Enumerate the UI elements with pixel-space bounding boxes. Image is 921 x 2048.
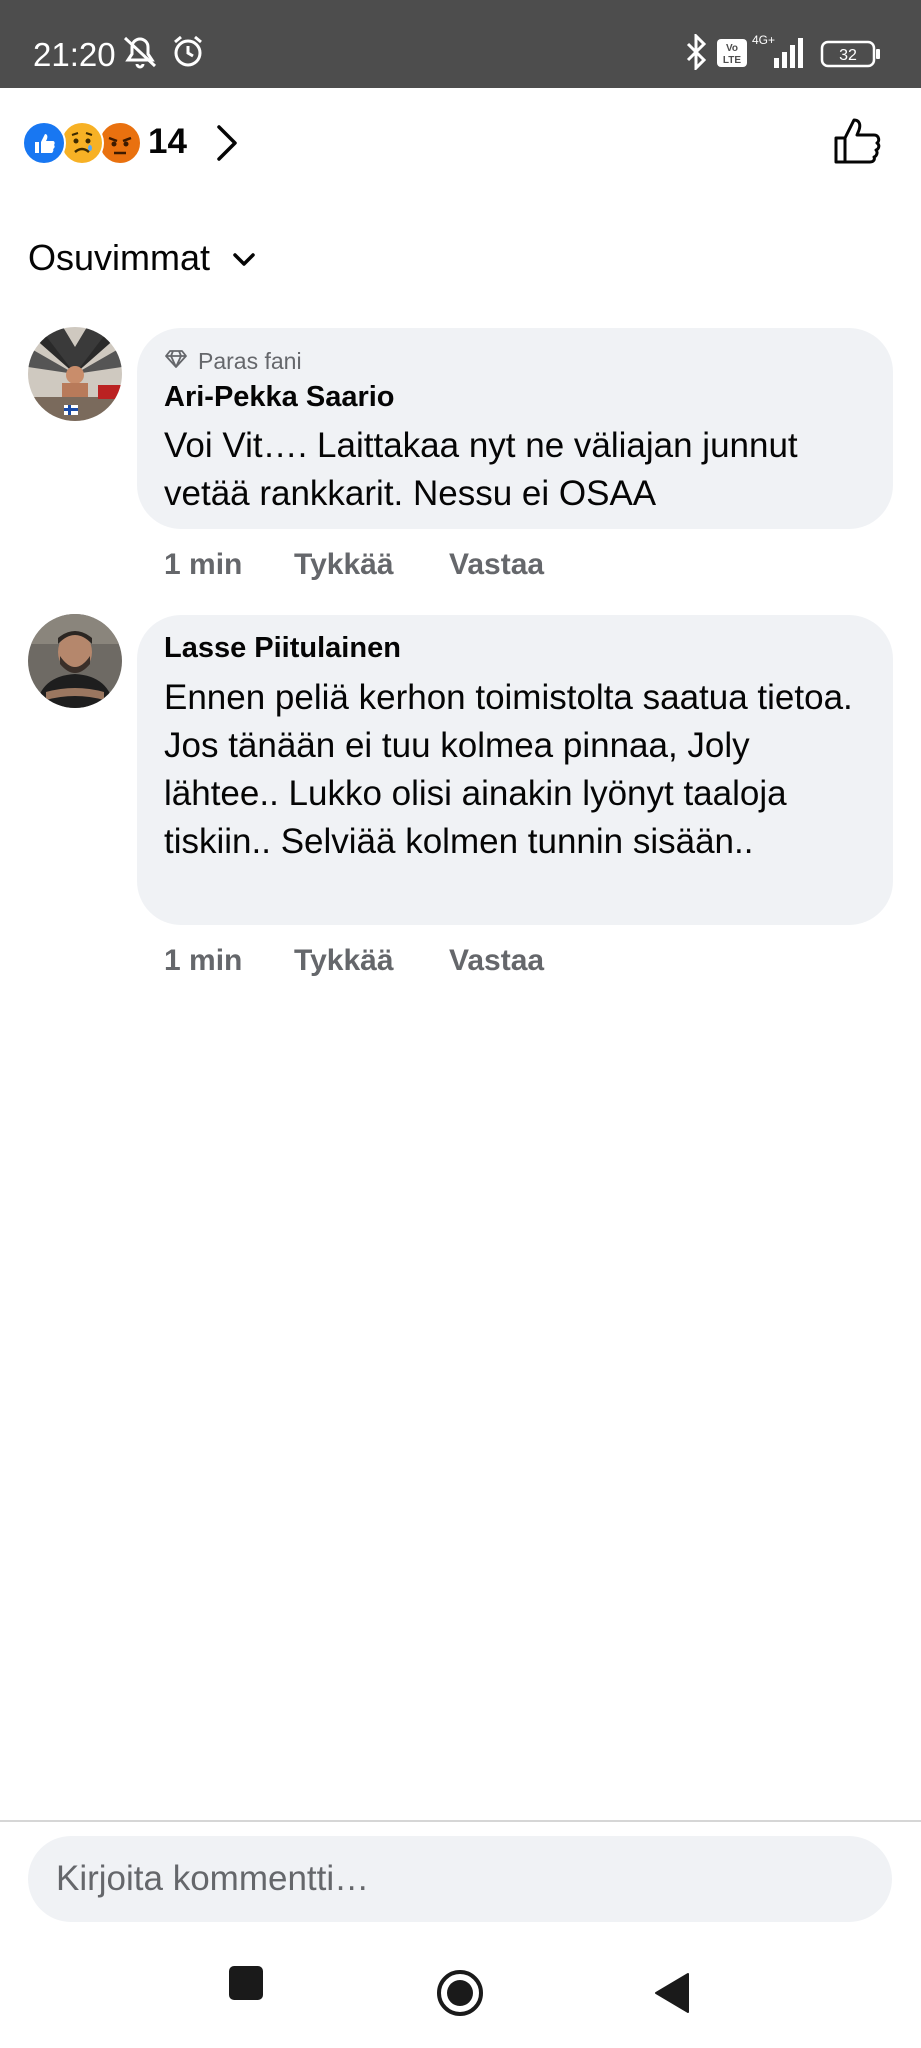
volte-icon: Vo LTE: [716, 38, 748, 73]
svg-text:Vo: Vo: [726, 43, 738, 54]
comment-text: Ennen peliä kerhon toimistolta saatua ti…: [164, 678, 853, 861]
badge-label: Paras fani: [198, 348, 302, 374]
bluetooth-icon: [684, 32, 708, 75]
avatar[interactable]: [28, 327, 122, 421]
status-time: 21:20: [33, 36, 116, 73]
comment-timestamp: 1 min: [164, 548, 243, 581]
sort-label: Osuvimmat: [28, 237, 211, 278]
svg-text:LTE: LTE: [723, 55, 741, 66]
sort-dropdown[interactable]: Osuvimmat: [28, 237, 256, 281]
back-button[interactable]: [654, 1972, 690, 2019]
like-post-button[interactable]: [832, 116, 884, 173]
muted-bell-icon: [120, 34, 160, 75]
diamond-icon: [164, 348, 188, 375]
comment-author[interactable]: Ari-Pekka Saario: [164, 381, 395, 414]
reply-button[interactable]: Vastaa: [449, 944, 544, 978]
like-comment-button[interactable]: Tykkää: [294, 548, 394, 582]
triangle-back-icon: [655, 1973, 689, 2013]
square-icon: [229, 1966, 263, 2000]
home-button[interactable]: [435, 1968, 485, 2023]
chevron-right-icon[interactable]: [214, 124, 240, 167]
battery-level: 32: [839, 47, 857, 64]
like-reaction-icon: [22, 121, 66, 165]
divider: [0, 1820, 921, 1822]
comment-input[interactable]: [56, 1836, 836, 1922]
reaction-count: 14: [148, 122, 187, 161]
comment-timestamp: 1 min: [164, 944, 243, 977]
chevron-down-icon: [232, 235, 256, 277]
reply-button[interactable]: Vastaa: [449, 548, 544, 582]
signal-icon: 4G+: [752, 32, 812, 77]
avatar[interactable]: [28, 614, 122, 708]
top-fan-badge: Paras fani: [164, 348, 302, 375]
circle-icon: [437, 1970, 483, 2016]
comment-text: Voi Vit…. Laittakaa nyt ne väliajan junn…: [164, 426, 798, 513]
comment-composer[interactable]: [28, 1836, 892, 1922]
alarm-icon: [170, 34, 206, 75]
sad-reaction-icon: [60, 121, 104, 165]
angry-reaction-icon: [98, 121, 142, 165]
battery-icon: 32: [820, 40, 882, 73]
like-comment-button[interactable]: Tykkää: [294, 944, 394, 978]
thumbs-up-icon: [834, 118, 881, 164]
recents-button[interactable]: [227, 1964, 265, 2007]
comment-author[interactable]: Lasse Piitulainen: [164, 632, 401, 665]
status-bar: 21:20 Vo LTE 4G+ 32: [0, 0, 921, 88]
network-type: 4G+: [752, 33, 775, 47]
